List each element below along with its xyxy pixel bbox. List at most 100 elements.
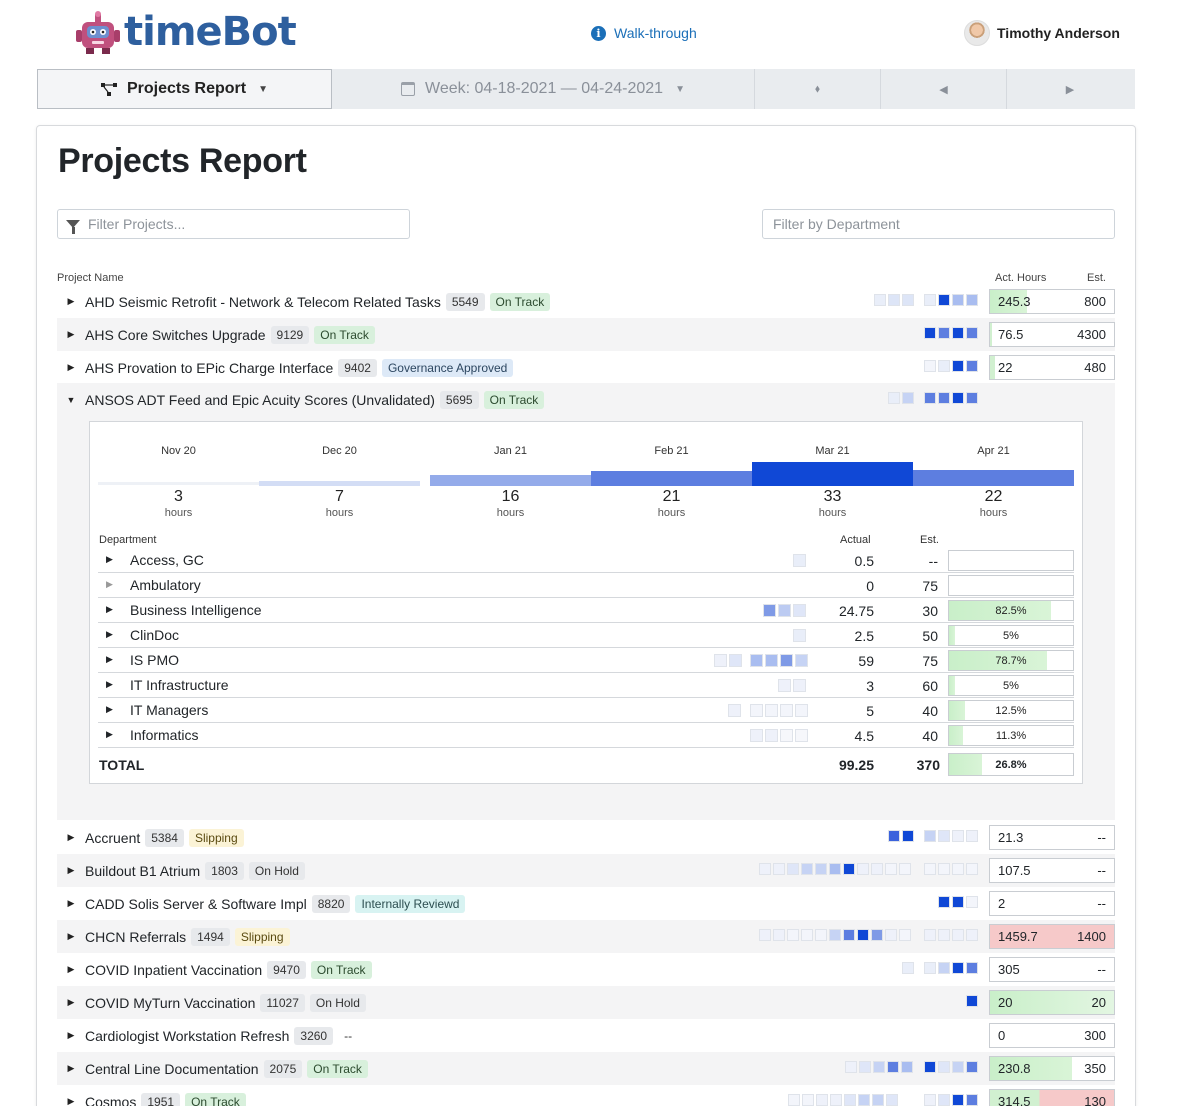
filter-icon: [66, 220, 80, 234]
department-row[interactable]: ▶ Informatics 4.5 40 11.3%: [98, 723, 1074, 748]
filter-department-input[interactable]: Filter by Department: [762, 209, 1115, 239]
department-row[interactable]: ▶ Access, GC 0.5 --: [98, 548, 1074, 573]
project-row[interactable]: ▶ Accruent 5384 Slipping 21.3 --: [57, 821, 1115, 854]
month-hours: 3: [174, 488, 183, 505]
caret-right-icon[interactable]: ▶: [106, 729, 113, 740]
caret-right-icon[interactable]: ▶: [106, 604, 113, 615]
caret-right-icon[interactable]: ▶: [57, 329, 85, 340]
report-selector[interactable]: Projects Report ▼: [37, 69, 332, 109]
caret-right-icon[interactable]: ▶: [57, 832, 85, 843]
activity-squares: [902, 962, 914, 977]
info-icon: i: [591, 25, 606, 41]
month-bar: [591, 471, 752, 486]
department-name: IT Managers: [130, 702, 209, 718]
progress-bar: 78.7%: [948, 650, 1074, 671]
department-row[interactable]: ▶ Ambulatory 0 75: [98, 573, 1074, 598]
avatar: [964, 20, 990, 46]
project-row[interactable]: ▶ Central Line Documentation 2075 On Tra…: [57, 1052, 1115, 1085]
activity-squares: [924, 863, 978, 878]
project-row[interactable]: ▶ Cosmos 1951 On Track 314.5 130: [57, 1085, 1115, 1106]
actual-hours: 76.5: [998, 327, 1024, 342]
caret-right-icon[interactable]: ▶: [57, 1096, 85, 1106]
project-row[interactable]: ▶ COVID Inpatient Vaccination 9470 On Tr…: [57, 953, 1115, 986]
department-row[interactable]: ▶ Business Intelligence 24.75 30 82.5%: [98, 598, 1074, 623]
project-id: 5549: [445, 292, 485, 311]
caret-right-icon[interactable]: ▶: [106, 629, 113, 640]
progress-bar: 12.5%: [948, 700, 1074, 721]
app-logo[interactable]: timeBot: [74, 8, 297, 56]
project-row[interactable]: ▶ Cardiologist Workstation Refresh 3260 …: [57, 1019, 1115, 1052]
activity-squares: [924, 327, 978, 342]
walkthrough-link[interactable]: i Walk-through: [591, 25, 697, 41]
month-unit: hours: [325, 507, 354, 519]
user-menu[interactable]: Timothy Anderson: [964, 20, 1120, 46]
department-name: IS PMO: [130, 652, 180, 668]
department-row[interactable]: ▶ ClinDoc 2.5 50 5%: [98, 623, 1074, 648]
month-column: Nov 20 3 hours: [98, 445, 259, 519]
estimated-hours: 4300: [1077, 327, 1106, 342]
activity-squares: [728, 704, 741, 717]
month-hours: 16: [501, 488, 520, 505]
department-row[interactable]: ▶ IT Managers 5 40 12.5%: [98, 698, 1074, 723]
project-row[interactable]: ▶ AHD Seismic Retrofit - Network & Telec…: [57, 285, 1115, 318]
chevron-left-icon: ◀: [939, 83, 948, 96]
month-unit: hours: [164, 507, 193, 519]
activity-squares: [714, 654, 742, 667]
caret-right-icon[interactable]: ▶: [106, 579, 113, 590]
progress-bar: [948, 550, 1074, 571]
caret-right-icon[interactable]: ▶: [106, 704, 113, 715]
department-name: Ambulatory: [130, 577, 201, 593]
project-row[interactable]: ▶ COVID MyTurn Vaccination 11027 On Hold…: [57, 986, 1115, 1019]
department-est: 75: [922, 578, 938, 594]
project-row-expanded[interactable]: ▼ ANSOS ADT Feed and Epic Acuity Scores …: [57, 383, 1115, 416]
column-header-act-hours: Act. Hours: [995, 272, 1047, 284]
month-label: Jan 21: [493, 445, 528, 457]
column-header-est: Est.: [1087, 272, 1106, 284]
month-unit: hours: [979, 507, 1008, 519]
caret-right-icon[interactable]: ▶: [106, 679, 113, 690]
status-badge: On Hold: [248, 861, 305, 880]
week-selector[interactable]: Week: 04-18-2021 — 04-24-2021 ▼: [332, 69, 755, 109]
project-row[interactable]: ▶ CHCN Referrals 1494 Slipping 1459.7 140…: [57, 920, 1115, 953]
project-id: 5384: [145, 828, 184, 847]
filter-projects-input[interactable]: Filter Projects...: [57, 209, 410, 239]
next-week-button[interactable]: ▶: [1007, 69, 1133, 109]
project-row[interactable]: ▶ Buildout B1 Atrium 1803 On Hold 107.5 -…: [57, 854, 1115, 887]
caret-right-icon[interactable]: ▶: [57, 865, 85, 876]
user-name: Timothy Anderson: [997, 25, 1120, 41]
department-actual: 0.5: [854, 553, 874, 569]
caret-right-icon[interactable]: ▶: [106, 654, 113, 665]
department-row[interactable]: ▶ IT Infrastructure 3 60 5%: [98, 673, 1074, 698]
estimated-hours: --: [1097, 962, 1106, 977]
caret-right-icon[interactable]: ▶: [57, 296, 85, 307]
progress-percent: 12.5%: [995, 705, 1027, 717]
caret-right-icon[interactable]: ▶: [57, 997, 85, 1008]
actual-hours: 21.3: [998, 830, 1024, 845]
project-row[interactable]: ▶ CADD Solis Server & Software Impl 8820…: [57, 887, 1115, 920]
actual-hours: 2: [998, 896, 1006, 911]
caret-right-icon[interactable]: ▶: [57, 964, 85, 975]
caret-right-icon[interactable]: ▶: [106, 554, 113, 565]
app-root: { "app": {"title": "timeBot", "walkthrou…: [0, 0, 1183, 1106]
caret-down-icon[interactable]: ▼: [57, 395, 85, 405]
caret-right-icon[interactable]: ▶: [57, 1063, 85, 1074]
department-est: 75: [922, 653, 938, 669]
previous-week-button[interactable]: ◀: [881, 69, 1007, 109]
caret-right-icon[interactable]: ▶: [57, 931, 85, 942]
caret-right-icon[interactable]: ▶: [57, 898, 85, 909]
actual-hours: 230.8: [998, 1061, 1031, 1076]
sort-button[interactable]: ⬧: [755, 69, 881, 109]
progress-percent: 82.5%: [995, 605, 1027, 617]
status-badge: On Track: [307, 1059, 368, 1078]
caret-right-icon[interactable]: ▶: [57, 1030, 85, 1041]
month-unit: hours: [496, 507, 525, 519]
month-column: Dec 20 7 hours: [259, 445, 420, 519]
department-est: 60: [922, 678, 938, 694]
department-row[interactable]: ▶ IS PMO 59 75 78.7%: [98, 648, 1074, 673]
month-column: Mar 21 33 hours: [752, 445, 913, 519]
caret-right-icon[interactable]: ▶: [57, 362, 85, 373]
hours-box: 2 --: [989, 891, 1115, 916]
project-row[interactable]: ▶ AHS Core Switches Upgrade 9129 On Trac…: [57, 318, 1115, 351]
activity-squares: [759, 929, 911, 944]
project-row[interactable]: ▶ AHS Provation to EPic Charge Interface…: [57, 351, 1115, 384]
